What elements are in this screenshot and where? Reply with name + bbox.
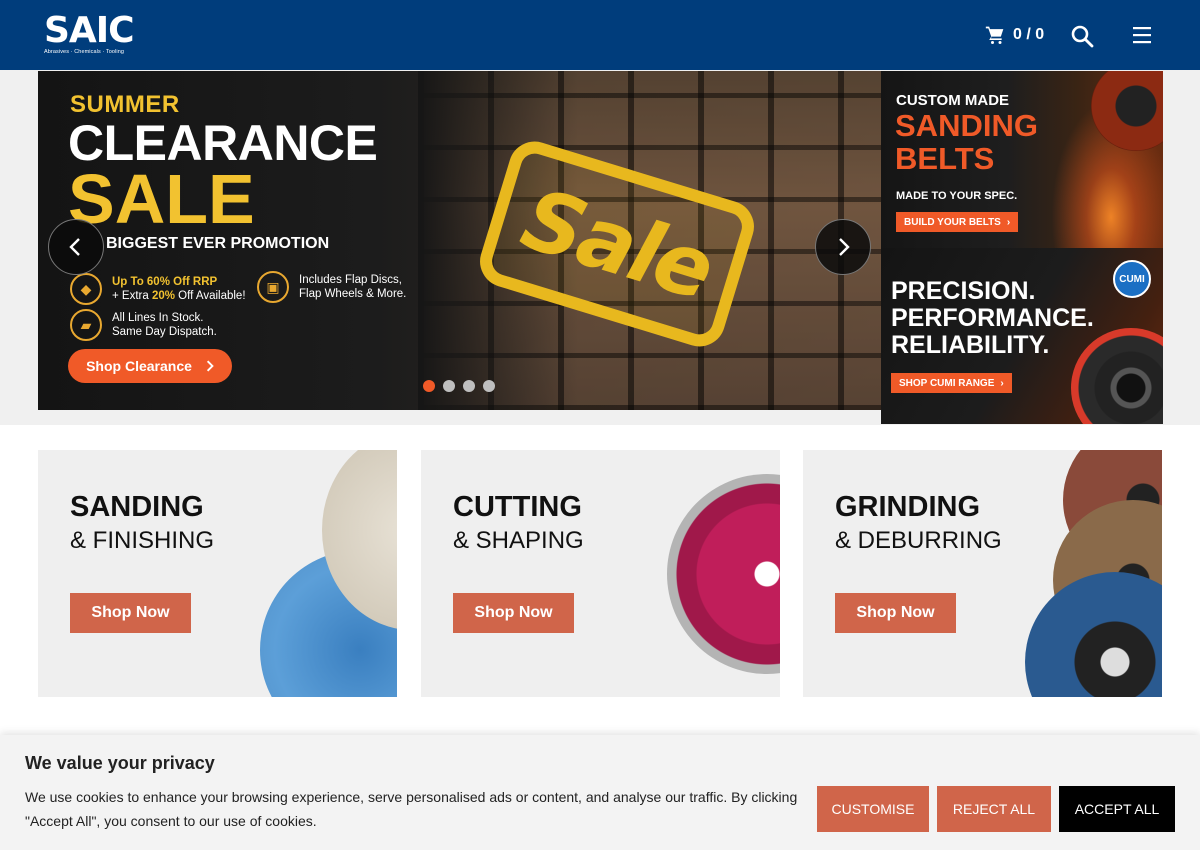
chevron-right-icon: › (1000, 377, 1004, 389)
customise-button[interactable]: CUSTOMISE (817, 786, 929, 832)
category-title: CUTTING (453, 491, 582, 523)
shop-clearance-button[interactable]: Shop Clearance (68, 349, 232, 383)
promo-sanding-belts[interactable]: CUSTOM MADE SANDING BELTS MADE TO YOUR S… (881, 71, 1163, 248)
shop-cumi-range-button[interactable]: SHOP CUMI RANGE › (891, 373, 1012, 393)
feature-discount-highlight: 20% (151, 290, 175, 302)
promo-cumi[interactable]: CUMI PRECISION. PERFORMANCE. RELIABILITY… (881, 248, 1163, 424)
logo-text: SAIC (44, 10, 135, 51)
promo-cumi-line1: PRECISION. (891, 277, 1036, 305)
menu-button[interactable] (1131, 25, 1153, 45)
category-subtitle: & DEBURRING (835, 527, 1002, 554)
flap-disc-image (1071, 328, 1163, 424)
cart-button[interactable]: 0 / 0 (985, 24, 1044, 46)
flap-disc-blue-image (1025, 572, 1162, 697)
carousel-dots (423, 380, 495, 392)
cookie-banner: We value your privacy We use cookies to … (0, 735, 1200, 850)
category-title: SANDING (70, 491, 204, 523)
hamburger-icon (1133, 27, 1151, 44)
carousel-dot-1[interactable] (423, 380, 435, 392)
promo-belts-title-2: BELTS (895, 141, 995, 176)
cookie-text: We use cookies to enhance your browsing … (25, 789, 798, 829)
build-your-belts-label: BUILD YOUR BELTS (904, 216, 1001, 228)
chevron-left-icon (69, 238, 80, 256)
feature-dispatch-line1: All Lines In Stock. (112, 312, 204, 324)
cumi-logo: CUMI (1113, 260, 1151, 298)
cutting-disc-image (667, 474, 780, 674)
truck-icon: ▰ (70, 309, 102, 341)
promo-belts-subtitle: MADE TO YOUR SPEC. (896, 190, 1018, 202)
category-subtitle: & FINISHING (70, 527, 215, 554)
cart-count: 0 / 0 (1013, 26, 1045, 43)
chevron-right-icon (839, 238, 850, 256)
cart-icon (985, 26, 1004, 44)
cookie-title: We value your privacy (25, 753, 215, 773)
hero-carousel[interactable]: Sale SUMMER CLEARANCE SALE BIGGEST EVER … (38, 71, 881, 410)
carousel-prev-button[interactable] (48, 219, 104, 275)
category-subtitle: & SHAPING (453, 527, 584, 554)
logo-tagline: Abrasives · Chemicals · Tooling (44, 49, 125, 55)
shop-now-button[interactable]: Shop Now (70, 593, 191, 633)
promo-belts-title: SANDING (895, 108, 1038, 143)
shop-now-button[interactable]: Shop Now (835, 593, 956, 633)
hero-title-sale: SALE (68, 160, 255, 238)
category-card-cutting[interactable]: CUTTING & SHAPING Shop Now (421, 450, 780, 697)
chevron-right-icon: › (1006, 216, 1011, 228)
shop-now-button[interactable]: Shop Now (453, 593, 574, 633)
feature-discount: ◆ Up To 60% Off RRP + Extra 20% Off Avai… (70, 273, 246, 305)
feature-discount-line1: Up To 60% Off RRP (112, 276, 218, 288)
category-card-grinding[interactable]: GRINDING & DEBURRING Shop Now (803, 450, 1162, 697)
carousel-dot-2[interactable] (443, 380, 455, 392)
hero-subtitle: BIGGEST EVER PROMOTION (106, 235, 330, 252)
tag-icon: ◆ (70, 273, 102, 305)
feature-range: ▣ Includes Flap Discs, Flap Wheels & Mor… (257, 271, 406, 303)
carousel-dot-3[interactable] (463, 380, 475, 392)
accept-all-button[interactable]: ACCEPT ALL (1059, 786, 1175, 832)
shop-cumi-range-label: SHOP CUMI RANGE (899, 377, 995, 389)
feature-range-line1: Includes Flap Discs, (299, 274, 402, 286)
box-icon: ▣ (257, 271, 289, 303)
search-button[interactable] (1070, 24, 1094, 48)
reject-all-button[interactable]: REJECT ALL (937, 786, 1051, 832)
feature-range-line2: Flap Wheels & More. (299, 288, 407, 300)
saic-logo[interactable]: SAIC Abrasives · Chemicals · Tooling (44, 10, 136, 58)
site-header: SAIC Abrasives · Chemicals · Tooling 0 /… (0, 0, 1200, 70)
shop-clearance-label: Shop Clearance (86, 358, 192, 374)
carousel-next-button[interactable] (815, 219, 871, 275)
search-icon (1071, 25, 1094, 48)
build-your-belts-button[interactable]: BUILD YOUR BELTS › (896, 212, 1019, 232)
hero-section: Sale SUMMER CLEARANCE SALE BIGGEST EVER … (0, 70, 1200, 425)
promo-cumi-line3: RELIABILITY. (891, 331, 1050, 359)
feature-discount-suffix: Off Available! (174, 290, 246, 302)
feature-discount-line2: + Extra 20% Off Available! (112, 289, 246, 303)
promo-belts-kicker: CUSTOM MADE (896, 92, 1010, 109)
carousel-dot-4[interactable] (483, 380, 495, 392)
promo-cumi-line2: PERFORMANCE. (891, 304, 1094, 332)
category-card-sanding[interactable]: SANDING & FINISHING Shop Now (38, 450, 397, 697)
category-title: GRINDING (835, 491, 980, 523)
feature-discount-prefix: + Extra (112, 290, 152, 302)
sale-stamp-text: Sale (511, 169, 723, 319)
feature-dispatch: ▰ All Lines In Stock. Same Day Dispatch. (70, 309, 217, 341)
feature-dispatch-line2: Same Day Dispatch. (112, 326, 217, 338)
chevron-right-icon (206, 360, 214, 372)
